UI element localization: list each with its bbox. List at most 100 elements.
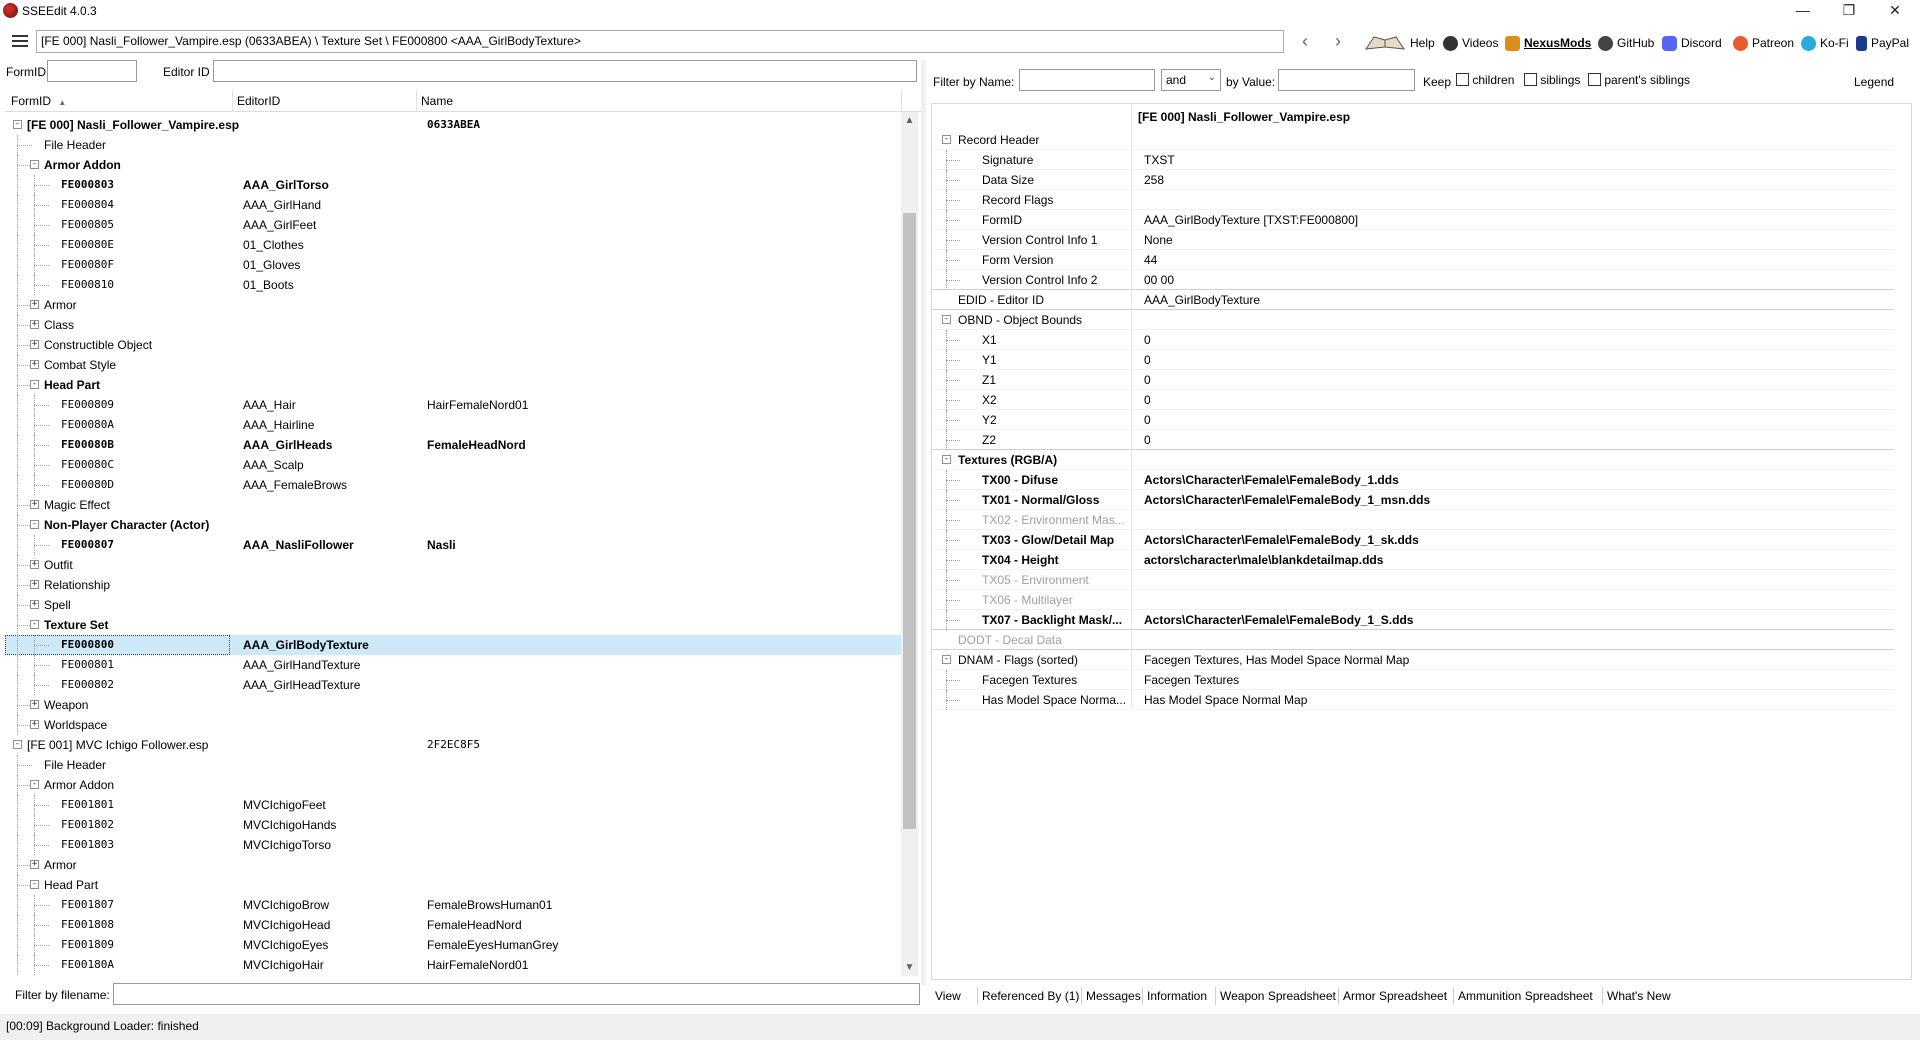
record-field-row[interactable]: TX04 - Height actors\character\male\blank… [932,550,1894,570]
tree-row[interactable]: + Combat Style [5,355,901,375]
record-field-value[interactable]: 0 [1144,373,1151,387]
record-field-value[interactable]: TXST [1144,153,1175,167]
record-field-value[interactable]: 00 00 [1144,273,1174,287]
tree-row[interactable]: FE000809 AAA_Hair HairFemaleNord01 [5,395,901,415]
tree-row[interactable]: File Header [5,755,901,775]
expand-icon[interactable]: + [30,720,39,729]
record-field-row[interactable]: - DNAM - Flags (sorted) Facegen Textures, … [932,650,1894,670]
tab-view[interactable]: View [935,989,961,1003]
tree-row[interactable]: - Armor Addon [5,775,901,795]
tree-row[interactable]: + Spell [5,595,901,615]
record-field-row[interactable]: Z1 0 [932,370,1894,390]
collapse-icon[interactable]: - [30,880,39,889]
tree-row[interactable]: - Head Part [5,375,901,395]
tree-row[interactable]: + Magic Effect [5,495,901,515]
panel-splitter[interactable] [921,60,926,985]
tree-row[interactable]: FE001802 MVCIchigoHands [5,815,901,835]
collapse-icon[interactable]: - [30,620,39,629]
discord-link[interactable]: Discord [1662,34,1722,52]
expand-icon[interactable]: + [30,340,39,349]
tree-row[interactable]: - Head Part [5,875,901,895]
record-field-row[interactable]: DODT - Decal Data [932,630,1894,650]
expand-icon[interactable]: + [30,560,39,569]
record-field-row[interactable]: Version Control Info 2 00 00 [932,270,1894,290]
tree-row[interactable]: + Outfit [5,555,901,575]
record-tree[interactable]: - [FE 000] Nasli_Follower_Vampire.esp 0633… [5,115,901,975]
expand-icon[interactable]: + [30,360,39,369]
back-arrow-icon[interactable]: ‹ [1294,32,1316,52]
record-field-row[interactable]: TX06 - Multilayer [932,590,1894,610]
tree-row[interactable]: + Worldspace [5,715,901,735]
expand-icon[interactable]: + [30,700,39,709]
nexusmods-link[interactable]: NexusMods [1505,34,1591,52]
record-column-divider[interactable] [1131,104,1132,708]
record-field-row[interactable]: TX00 - Difuse Actors\Character\Female\Fem… [932,470,1894,490]
record-field-value[interactable]: 44 [1144,253,1157,267]
tree-row[interactable]: + Armor [5,855,901,875]
record-field-value[interactable]: Actors\Character\Female\FemaleBody_1.dds [1144,473,1399,487]
tree-row[interactable]: FE000803 AAA_GirlTorso [5,175,901,195]
collapse-icon[interactable]: - [30,380,39,389]
record-field-row[interactable]: - Record Header [932,130,1894,150]
maximize-button[interactable]: ❐ [1826,0,1872,22]
tree-row[interactable]: FE001801 MVCIchigoFeet [5,795,901,815]
tree-row[interactable]: FE000804 AAA_GirlHand [5,195,901,215]
expand-icon[interactable]: + [30,500,39,509]
record-field-value[interactable]: None [1144,233,1173,247]
collapse-icon[interactable]: - [942,455,951,464]
record-field-row[interactable]: Has Model Space Norma... Has Model Space … [932,690,1894,710]
keep-parents-siblings-checkbox[interactable]: parent's siblings [1588,73,1690,87]
filename-filter-input[interactable] [113,983,920,1005]
record-field-row[interactable]: TX05 - Environment [932,570,1894,590]
collapse-icon[interactable]: - [13,120,22,129]
tree-row[interactable]: + Weapon [5,695,901,715]
tree-row[interactable]: FE000810 01_Boots [5,275,901,295]
collapse-icon[interactable]: - [942,655,951,664]
collapse-icon[interactable]: - [30,780,39,789]
record-field-value[interactable]: Actors\Character\Female\FemaleBody_1_sk.… [1144,533,1419,547]
github-link[interactable]: GitHub [1598,34,1654,52]
column-formid[interactable]: FormID ▲ [11,94,66,108]
tree-row[interactable]: FE00080D AAA_FemaleBrows [5,475,901,495]
record-field-row[interactable]: TX03 - Glow/Detail Map Actors\Character\F… [932,530,1894,550]
record-field-row[interactable]: TX02 - Environment Mas... [932,510,1894,530]
tree-row[interactable]: + Relationship [5,575,901,595]
tree-row[interactable]: FE00080F 01_Gloves [5,255,901,275]
record-field-row[interactable]: Y1 0 [932,350,1894,370]
help-link[interactable]: Help [1364,34,1435,52]
tree-scrollbar-thumb[interactable] [903,213,916,829]
record-field-value[interactable]: AAA_GirlBodyTexture [1144,293,1260,307]
tree-row[interactable]: FE00180A MVCIchigoHair HairFemaleNord01 [5,955,901,975]
column-divider[interactable] [416,90,417,112]
patreon-link[interactable]: Patreon [1733,34,1794,52]
record-field-value[interactable]: Has Model Space Normal Map [1144,693,1307,707]
expand-icon[interactable]: + [30,300,39,309]
record-field-row[interactable]: X2 0 [932,390,1894,410]
record-field-row[interactable]: TX01 - Normal/Gloss Actors\Character\Fema… [932,490,1894,510]
record-field-row[interactable]: Data Size 258 [932,170,1894,190]
record-field-value[interactable]: 0 [1144,353,1151,367]
expand-icon[interactable]: + [30,580,39,589]
record-field-value[interactable]: Actors\Character\Female\FemaleBody_1_msn… [1144,493,1430,507]
filter-operator-select[interactable]: and ⌄ [1161,69,1221,91]
column-editorid[interactable]: EditorID [237,94,280,108]
tab-what-s-new[interactable]: What's New [1607,989,1671,1003]
tree-row[interactable]: + Class [5,315,901,335]
record-view[interactable]: [FE 000] Nasli_Follower_Vampire.esp - Rec… [931,103,1912,980]
tree-row[interactable]: FE000805 AAA_GirlFeet [5,215,901,235]
record-field-value[interactable]: 0 [1144,393,1151,407]
record-field-row[interactable]: Signature TXST [932,150,1894,170]
record-field-row[interactable]: Facegen Textures Facegen Textures [932,670,1894,690]
collapse-icon[interactable]: - [942,315,951,324]
column-divider[interactable] [232,90,233,112]
tab-information[interactable]: Information [1147,989,1207,1003]
tree-row[interactable]: + Armor [5,295,901,315]
tree-row[interactable]: FE000800 AAA_GirlBodyTexture [5,635,901,655]
collapse-icon[interactable]: - [30,520,39,529]
kofi-link[interactable]: Ko-Fi [1801,34,1849,52]
legend-button[interactable]: Legend [1854,75,1894,89]
column-divider[interactable] [901,90,902,112]
record-field-value[interactable]: Actors\Character\Female\FemaleBody_1_S.d… [1144,613,1413,627]
tab-weapon-spreadsheet[interactable]: Weapon Spreadsheet [1220,989,1336,1003]
record-field-value[interactable]: actors\character\male\blankdetailmap.dds [1144,553,1383,567]
